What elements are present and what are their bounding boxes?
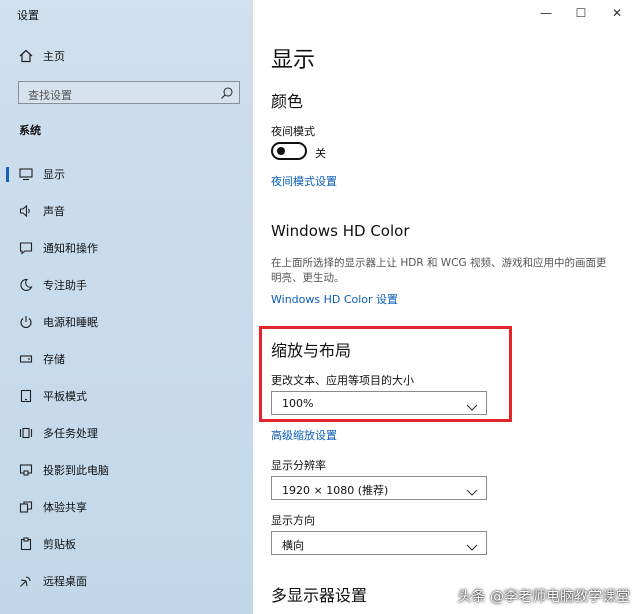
window-title: 设置 — [17, 9, 39, 22]
orientation-label: 显示方向 — [271, 514, 315, 527]
color-heading: 颜色 — [271, 92, 304, 111]
page-title: 显示 — [271, 48, 316, 73]
selection-marker — [6, 167, 9, 182]
sidebar-item-remote-desktop[interactable]: 远程桌面 — [0, 567, 253, 595]
main-content: — ☐ ✕ 显示 颜色 夜间模式 关 夜间模式设置 Windows HD Col… — [253, 0, 640, 614]
moon-icon — [18, 277, 34, 293]
search-input[interactable]: 查找设置 — [18, 81, 240, 104]
watermark: 头条 @李老师电脑教学课堂 — [458, 586, 630, 606]
sidebar-item-multitasking[interactable]: 多任务处理 — [0, 419, 253, 447]
orientation-value: 横向 — [282, 539, 304, 552]
sidebar-item-sound[interactable]: 声音 — [0, 197, 253, 225]
night-light-label: 夜间模式 — [271, 125, 315, 138]
resolution-label: 显示分辨率 — [271, 459, 326, 472]
share-icon — [18, 499, 34, 515]
search-icon — [220, 85, 234, 99]
watermark-text: 头条 @李老师电脑教学课堂 — [457, 589, 630, 605]
sidebar-item-label: 通知和操作 — [43, 242, 98, 255]
sidebar-item-label: 专注助手 — [43, 279, 87, 292]
chevron-down-icon — [466, 483, 478, 496]
night-light-state: 关 — [315, 147, 326, 160]
orientation-select[interactable]: 横向 — [271, 531, 487, 555]
sidebar-item-notifications[interactable]: 通知和操作 — [0, 234, 253, 262]
sidebar: 设置 主页 查找设置 系统 显示 声音 通知和操作 专注助手 电源和睡眠 存储 … — [0, 0, 253, 614]
sidebar-item-label: 体验共享 — [43, 501, 87, 514]
multi-display-heading: 多显示器设置 — [271, 586, 368, 605]
sidebar-item-clipboard[interactable]: 剪贴板 — [0, 530, 253, 558]
sidebar-item-display[interactable]: 显示 — [0, 160, 253, 188]
minimize-button[interactable]: — — [536, 4, 556, 22]
sidebar-item-label: 电源和睡眠 — [43, 316, 98, 329]
hdr-settings-link[interactable]: Windows HD Color 设置 — [271, 291, 398, 307]
monitor-icon — [18, 166, 34, 182]
night-light-toggle[interactable] — [271, 142, 307, 160]
advanced-scaling-link[interactable]: 高级缩放设置 — [271, 427, 337, 443]
sidebar-item-label: 多任务处理 — [43, 427, 98, 440]
toggle-knob — [277, 147, 285, 155]
hdr-description: 在上面所选择的显示器上让 HDR 和 WCG 视频、游戏和应用中的画面更明亮、更… — [271, 257, 607, 284]
maximize-button[interactable]: ☐ — [571, 4, 591, 22]
sidebar-item-label: 声音 — [43, 205, 65, 218]
clipboard-icon — [18, 536, 34, 552]
resolution-select[interactable]: 1920 × 1080 (推荐) — [271, 476, 487, 500]
tablet-icon — [18, 388, 34, 404]
night-light-settings-link[interactable]: 夜间模式设置 — [271, 173, 337, 189]
sidebar-item-home[interactable]: 主页 — [0, 42, 253, 70]
close-button[interactable]: ✕ — [607, 4, 627, 22]
sidebar-item-storage[interactable]: 存储 — [0, 345, 253, 373]
sidebar-item-label: 远程桌面 — [43, 575, 87, 588]
sidebar-item-shared-experiences[interactable]: 体验共享 — [0, 493, 253, 521]
home-icon — [18, 48, 34, 64]
notification-icon — [18, 240, 34, 256]
sidebar-item-label: 显示 — [43, 168, 65, 181]
sidebar-item-label: 投影到此电脑 — [43, 464, 109, 477]
hdr-heading: Windows HD Color — [271, 222, 410, 240]
settings-window: 设置 主页 查找设置 系统 显示 声音 通知和操作 专注助手 电源和睡眠 存储 … — [0, 0, 640, 614]
chevron-down-icon — [466, 538, 478, 551]
sidebar-item-tablet-mode[interactable]: 平板模式 — [0, 382, 253, 410]
storage-icon — [18, 351, 34, 367]
search-placeholder: 查找设置 — [28, 89, 72, 102]
sidebar-item-label: 存储 — [43, 353, 65, 366]
resolution-value: 1920 × 1080 (推荐) — [282, 484, 389, 497]
sidebar-item-label: 主页 — [43, 50, 65, 63]
project-icon — [18, 462, 34, 478]
sidebar-item-focus-assist[interactable]: 专注助手 — [0, 271, 253, 299]
sidebar-item-label: 剪贴板 — [43, 538, 76, 551]
multitask-icon — [18, 425, 34, 441]
speaker-icon — [18, 203, 34, 219]
power-icon — [18, 314, 34, 330]
sidebar-item-label: 平板模式 — [43, 390, 87, 403]
remote-desktop-icon — [18, 573, 34, 589]
red-highlight-box — [259, 326, 512, 422]
sidebar-item-project[interactable]: 投影到此电脑 — [0, 456, 253, 484]
section-label-system: 系统 — [19, 124, 41, 137]
sidebar-item-power-sleep[interactable]: 电源和睡眠 — [0, 308, 253, 336]
